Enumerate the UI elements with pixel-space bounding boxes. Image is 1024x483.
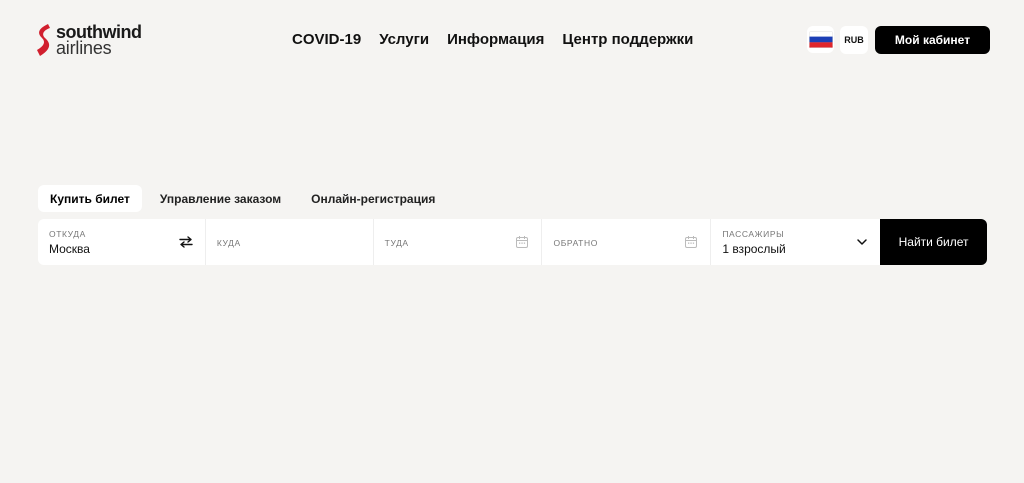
find-ticket-button[interactable]: Найти билет [880, 219, 988, 265]
my-cabinet-button[interactable]: Мой кабинет [875, 26, 990, 54]
destination-field[interactable]: КУДА [205, 219, 374, 265]
tab-buy-ticket[interactable]: Купить билет [38, 185, 142, 212]
calendar-icon [685, 236, 698, 248]
russia-flag-icon [808, 31, 833, 48]
nav-item-support[interactable]: Центр поддержки [562, 31, 693, 48]
chevron-down-icon[interactable] [856, 236, 868, 248]
logo-text: southwind airlines [56, 23, 142, 58]
logo-mark-icon [37, 24, 50, 56]
origin-value: Москва [49, 242, 90, 256]
depart-date-field[interactable]: ТУДА [373, 219, 543, 265]
destination-label: КУДА [216, 238, 241, 248]
logo-name-line2: airlines [56, 38, 112, 58]
passengers-value: 1 взрослый [722, 242, 786, 256]
brand-logo[interactable]: southwind airlines [34, 22, 142, 58]
return-date-label: ОБРАТНО [553, 238, 598, 248]
nav-item-information[interactable]: Информация [447, 31, 544, 48]
passengers-field[interactable]: ПАССАЖИРЫ 1 взрослый [711, 219, 881, 265]
passengers-label: ПАССАЖИРЫ [722, 229, 785, 239]
tab-online-checkin[interactable]: Онлайн-регистрация [299, 185, 447, 212]
return-date-field[interactable]: ОБРАТНО [542, 219, 712, 265]
origin-field[interactable]: ОТКУДА Москва [38, 219, 206, 265]
depart-date-label: ТУДА [384, 238, 409, 248]
page: southwind airlines COVID-19 Услуги Инфор… [0, 0, 1024, 483]
nav-item-covid[interactable]: COVID-19 [292, 31, 361, 48]
calendar-icon [516, 236, 529, 248]
tab-manage-booking[interactable]: Управление заказом [148, 185, 293, 212]
nav-item-services[interactable]: Услуги [379, 31, 429, 48]
main-nav: COVID-19 Услуги Информация Центр поддерж… [292, 31, 693, 48]
language-selector[interactable] [807, 26, 834, 53]
origin-label: ОТКУДА [49, 229, 86, 239]
swap-icon[interactable] [179, 236, 193, 248]
flight-search-form: ОТКУДА Москва КУДА ТУДА ОБРАТНО ПАССАЖИР… [38, 219, 988, 265]
booking-tabs: Купить билет Управление заказом Онлайн-р… [38, 185, 447, 212]
currency-selector[interactable]: RUB [840, 26, 868, 54]
